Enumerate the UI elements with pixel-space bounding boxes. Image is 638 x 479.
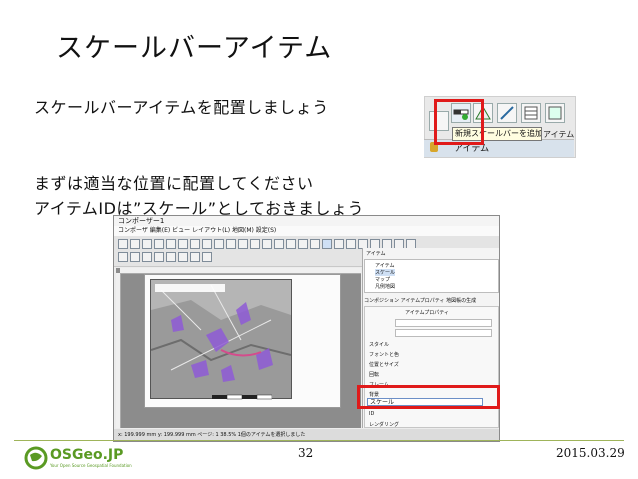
globe-icon: [24, 446, 48, 470]
toolbar-icon[interactable]: [238, 239, 248, 249]
section-header: アイテムプロパティ: [405, 310, 449, 316]
toolbar-icon[interactable]: [178, 252, 188, 262]
panel-title: アイテム: [366, 251, 386, 257]
highlight-scalebar-button: [434, 99, 484, 145]
highlight-item-id: [357, 385, 500, 409]
toolbar-icon[interactable]: [346, 239, 356, 249]
page-number: 32: [298, 446, 314, 460]
item-list: アイテム スケール マップ 凡例地図: [364, 259, 499, 293]
item-id-label: ID: [369, 411, 375, 417]
toolbar-icon[interactable]: [154, 239, 164, 249]
toolbar-icon[interactable]: [130, 252, 140, 262]
property-row[interactable]: フォントと色: [369, 351, 399, 358]
logo-tagline: Your Open Source Geospatial Foundation: [50, 463, 132, 468]
arrow-icon: [500, 106, 514, 120]
property-row[interactable]: スタイル: [369, 341, 389, 348]
scalebar-item[interactable]: [212, 393, 272, 401]
toolbar-icon[interactable]: [274, 239, 284, 249]
table-tool-button[interactable]: [521, 103, 541, 123]
toolbar-icon[interactable]: [154, 252, 164, 262]
footer-divider: [14, 440, 624, 441]
property-row[interactable]: 位置とサイズ: [369, 361, 399, 368]
toolbar-icon[interactable]: [202, 239, 212, 249]
toolbar-icon[interactable]: [166, 239, 176, 249]
osgeo-jp-logo: OSGeo.JP Your Open Source Geospatial Fou…: [24, 445, 134, 471]
list-item[interactable]: マップ: [375, 276, 390, 283]
toolbar-icon[interactable]: [130, 239, 140, 249]
map-item[interactable]: [150, 279, 292, 399]
toolbar-icon[interactable]: [262, 239, 272, 249]
toolbar-icon[interactable]: [142, 239, 152, 249]
property-row[interactable]: 回転: [369, 371, 379, 378]
toolbar-icon[interactable]: [226, 239, 236, 249]
instruction-line-1: スケールバーアイテムを配置しましょう: [34, 98, 329, 117]
toolbar-icon[interactable]: [166, 252, 176, 262]
slide-title: スケールバーアイテム: [56, 33, 333, 64]
slide-date: 2015.03.29: [556, 446, 625, 460]
logo-text: OSGeo.JP: [50, 447, 124, 463]
vertical-ruler: [116, 273, 121, 428]
table-icon: [524, 106, 538, 120]
select-tool-icon[interactable]: [322, 239, 332, 249]
toolbar-icon[interactable]: [310, 239, 320, 249]
html-frame-icon: [548, 106, 562, 120]
item-properties-body: アイテムプロパティ スタイル フォントと色 位置とサイズ 回転 フレーム 背景 …: [364, 306, 499, 428]
html-tool-button[interactable]: [545, 103, 565, 123]
list-item[interactable]: 凡例地図: [375, 283, 395, 290]
instruction-line-2: まずは適当な位置に配置してください: [34, 174, 314, 193]
toolbar-icon[interactable]: [286, 239, 296, 249]
map-image: [151, 280, 291, 398]
toolbar-icon[interactable]: [334, 239, 344, 249]
list-item[interactable]: スケール: [375, 269, 396, 276]
toolbar-icon[interactable]: [202, 252, 212, 262]
property-row[interactable]: レンダリング: [369, 421, 399, 428]
toolbar-icon[interactable]: [178, 239, 188, 249]
toolbar-icon[interactable]: [250, 239, 260, 249]
toolbar-icon[interactable]: [190, 239, 200, 249]
property-field[interactable]: [395, 329, 492, 337]
toolbar-icon[interactable]: [118, 239, 128, 249]
properties-tabs[interactable]: コンポジション アイテムプロパティ 地図帳の生成: [364, 297, 497, 305]
toolbar-icon[interactable]: [214, 239, 224, 249]
toolbar-icon[interactable]: [142, 252, 152, 262]
toolbar-icon[interactable]: [190, 252, 200, 262]
property-field[interactable]: [395, 319, 492, 327]
list-item[interactable]: アイテム: [375, 262, 395, 269]
toolbar-icon[interactable]: [118, 252, 128, 262]
menu-bar: コンポーザ 編集(E) ビュー レイアウト(L) 地図(M) 設定(S): [114, 226, 499, 236]
toolbar-icon[interactable]: [298, 239, 308, 249]
window-title: コンポーザー1: [114, 216, 499, 226]
arrow-tool-button[interactable]: [497, 103, 517, 123]
